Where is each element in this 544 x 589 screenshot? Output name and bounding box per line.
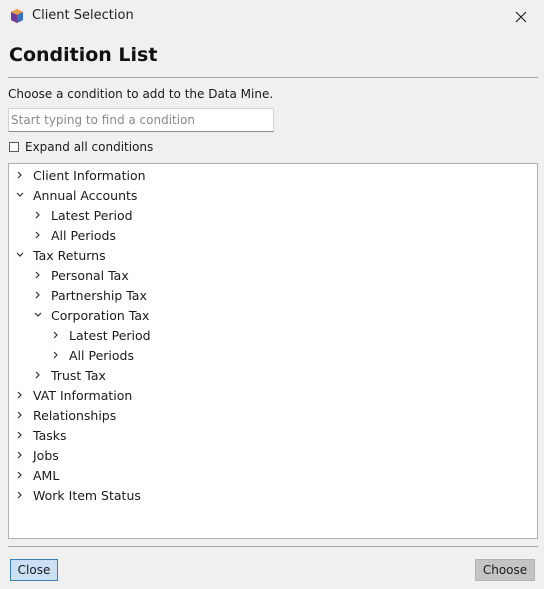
tree-node-label: AML [33,467,60,483]
chevron-right-icon[interactable] [33,285,51,305]
close-icon [515,11,527,22]
tree-node-label: Relationships [33,407,117,423]
title-bar: Client Selection [0,0,544,33]
divider [8,77,538,78]
tree-node[interactable]: AML [15,465,59,485]
tree-node-label: Jobs [33,447,59,463]
tree-node-label: Trust Tax [51,367,106,383]
window-title: Client Selection [32,8,134,23]
chevron-right-icon[interactable] [15,425,33,445]
tree-node[interactable]: All Periods [51,345,134,365]
tree-node-label: Latest Period [69,327,151,343]
page-title: Condition List [9,44,158,66]
tree-node[interactable]: Partnership Tax [33,285,147,305]
tree-node-label: Work Item Status [33,487,141,503]
tree-node[interactable]: Latest Period [33,205,133,225]
chevron-right-icon[interactable] [15,465,33,485]
chevron-right-icon[interactable] [51,345,69,365]
chevron-right-icon[interactable] [33,265,51,285]
app-logo-icon [11,9,23,23]
tree-node-label: Annual Accounts [33,187,138,203]
chevron-right-icon[interactable] [15,445,33,465]
tree-node[interactable]: Corporation Tax [33,305,149,325]
tree-node-label: All Periods [69,347,134,363]
window-close-button[interactable] [498,0,544,33]
tree-node[interactable]: All Periods [33,225,116,245]
chevron-right-icon[interactable] [33,225,51,245]
tree-node[interactable]: Relationships [15,405,116,425]
chevron-right-icon[interactable] [15,165,33,185]
condition-tree[interactable]: Client Information Annual Accounts Latest … [8,163,538,539]
tree-node[interactable]: VAT Information [15,385,132,405]
chevron-right-icon[interactable] [15,385,33,405]
tree-node[interactable]: Client Information [15,165,146,185]
tree-node-label: Latest Period [51,207,133,223]
checkbox-box[interactable] [9,142,19,152]
chevron-right-icon[interactable] [33,205,51,225]
chevron-down-icon[interactable] [15,245,33,265]
chevron-down-icon[interactable] [15,185,33,205]
tree-node[interactable]: Personal Tax [33,265,129,285]
expand-all-checkbox[interactable]: Expand all conditions [9,140,153,154]
tree-node[interactable]: Annual Accounts [15,185,137,205]
chevron-right-icon[interactable] [51,325,69,345]
choose-button[interactable]: Choose [475,559,535,581]
tree-node-label: Tax Returns [33,247,106,263]
tree-node-label: Corporation Tax [51,307,150,323]
tree-node-label: Personal Tax [51,267,129,283]
tree-node[interactable]: Trust Tax [33,365,106,385]
divider [8,546,538,547]
tree-node-label: Partnership Tax [51,287,147,303]
tree-node[interactable]: Work Item Status [15,485,141,505]
chevron-right-icon[interactable] [33,365,51,385]
tree-node-label: Tasks [33,427,67,443]
tree-node[interactable]: Tax Returns [15,245,106,265]
close-button[interactable]: Close [10,559,58,581]
tree-node[interactable]: Jobs [15,445,59,465]
tree-node[interactable]: Latest Period [51,325,151,345]
instruction-text: Choose a condition to add to the Data Mi… [8,87,274,101]
chevron-down-icon[interactable] [33,305,51,325]
chevron-right-icon[interactable] [15,485,33,505]
expand-all-label: Expand all conditions [25,140,154,154]
chevron-right-icon[interactable] [15,405,33,425]
tree-node[interactable]: Tasks [15,425,67,445]
tree-node-label: All Periods [51,227,116,243]
condition-search-input[interactable] [8,108,274,132]
tree-node-label: VAT Information [33,387,133,403]
tree-node-label: Client Information [33,167,146,183]
